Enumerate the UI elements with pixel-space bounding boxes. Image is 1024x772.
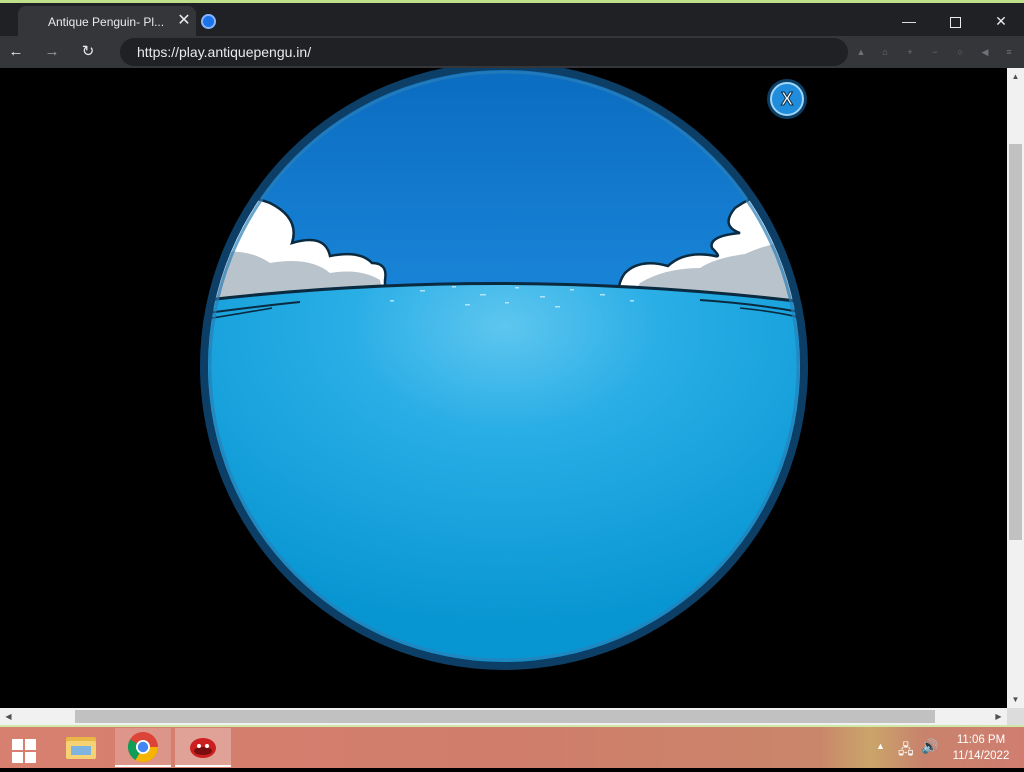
- browser-toolbar: ← → ↻ https://play.antiquepengu.in/ ▲ ⌂ …: [0, 36, 1024, 69]
- tab-close-icon[interactable]: ✕: [175, 12, 193, 30]
- address-bar[interactable]: https://play.antiquepengu.in/: [120, 38, 848, 66]
- horizontal-scrollbar[interactable]: ◀ ▶: [0, 708, 1007, 725]
- taskbar-game-app[interactable]: [175, 728, 231, 767]
- taskbar: ▲ 🖧 🔊 11:06 PM 11/14/2022: [0, 725, 1024, 768]
- menu-icon[interactable]: ≡: [1003, 46, 1015, 58]
- scroll-up-arrow[interactable]: ▲: [1007, 68, 1024, 85]
- close-icon: X: [781, 89, 793, 109]
- windows-logo-pane: [25, 739, 36, 750]
- chrome-icon: [127, 732, 158, 763]
- refresh-icon[interactable]: ○: [954, 46, 966, 58]
- minus-icon[interactable]: −: [929, 46, 941, 58]
- taskbar-chrome[interactable]: [115, 728, 171, 767]
- window-maximize-button[interactable]: [935, 9, 975, 33]
- windows-logo-pane: [25, 752, 36, 763]
- new-tab-icon[interactable]: [201, 14, 216, 29]
- vertical-scroll-thumb[interactable]: [1009, 144, 1022, 540]
- back-button[interactable]: ←: [4, 40, 28, 64]
- browser-tab[interactable]: Antique Penguin- Pl... ✕: [18, 6, 196, 39]
- volume-icon[interactable]: 🔊: [921, 738, 938, 755]
- forward-button[interactable]: →: [40, 40, 64, 64]
- windows-logo-icon: [12, 739, 23, 750]
- network-icon[interactable]: 🖧: [898, 739, 914, 763]
- url-text[interactable]: https://play.antiquepengu.in/: [137, 44, 311, 60]
- ocean: [208, 283, 800, 662]
- vertical-scrollbar[interactable]: ▲ ▼: [1007, 68, 1024, 708]
- clock-time[interactable]: 11:06 PM: [948, 734, 1014, 746]
- plus-icon[interactable]: +: [904, 46, 916, 58]
- window-close-button[interactable]: ✕: [981, 9, 1021, 33]
- reload-button[interactable]: ↻: [76, 40, 100, 64]
- scroll-right-arrow[interactable]: ▶: [990, 708, 1007, 725]
- tray-overflow-icon[interactable]: ▲: [876, 741, 885, 751]
- scroll-left-arrow[interactable]: ◀: [0, 708, 17, 725]
- tab-title: Antique Penguin- Pl...: [48, 15, 165, 29]
- home-icon[interactable]: ⌂: [879, 46, 891, 58]
- binoculars-scene: X: [200, 68, 808, 670]
- windows-logo-pane: [12, 752, 23, 763]
- extension-icon[interactable]: ▲: [855, 46, 867, 58]
- scrollbar-corner: [1007, 708, 1024, 725]
- horizontal-scroll-thumb[interactable]: [75, 710, 935, 723]
- close-scene-button[interactable]: X: [767, 79, 807, 119]
- maximize-icon: [949, 16, 961, 28]
- game-viewport[interactable]: X: [0, 68, 1007, 708]
- sound-icon[interactable]: ◀: [979, 46, 991, 58]
- penguin-app-icon: [190, 738, 216, 758]
- taskbar-file-explorer[interactable]: [53, 728, 109, 767]
- clock-date[interactable]: 11/14/2022: [948, 750, 1014, 762]
- browser-titlebar: Antique Penguin- Pl... ✕ — ✕: [0, 0, 1024, 39]
- window-minimize-button[interactable]: —: [889, 9, 929, 33]
- folder-icon: [66, 737, 96, 759]
- start-button[interactable]: [4, 731, 44, 765]
- scroll-down-arrow[interactable]: ▼: [1007, 691, 1024, 708]
